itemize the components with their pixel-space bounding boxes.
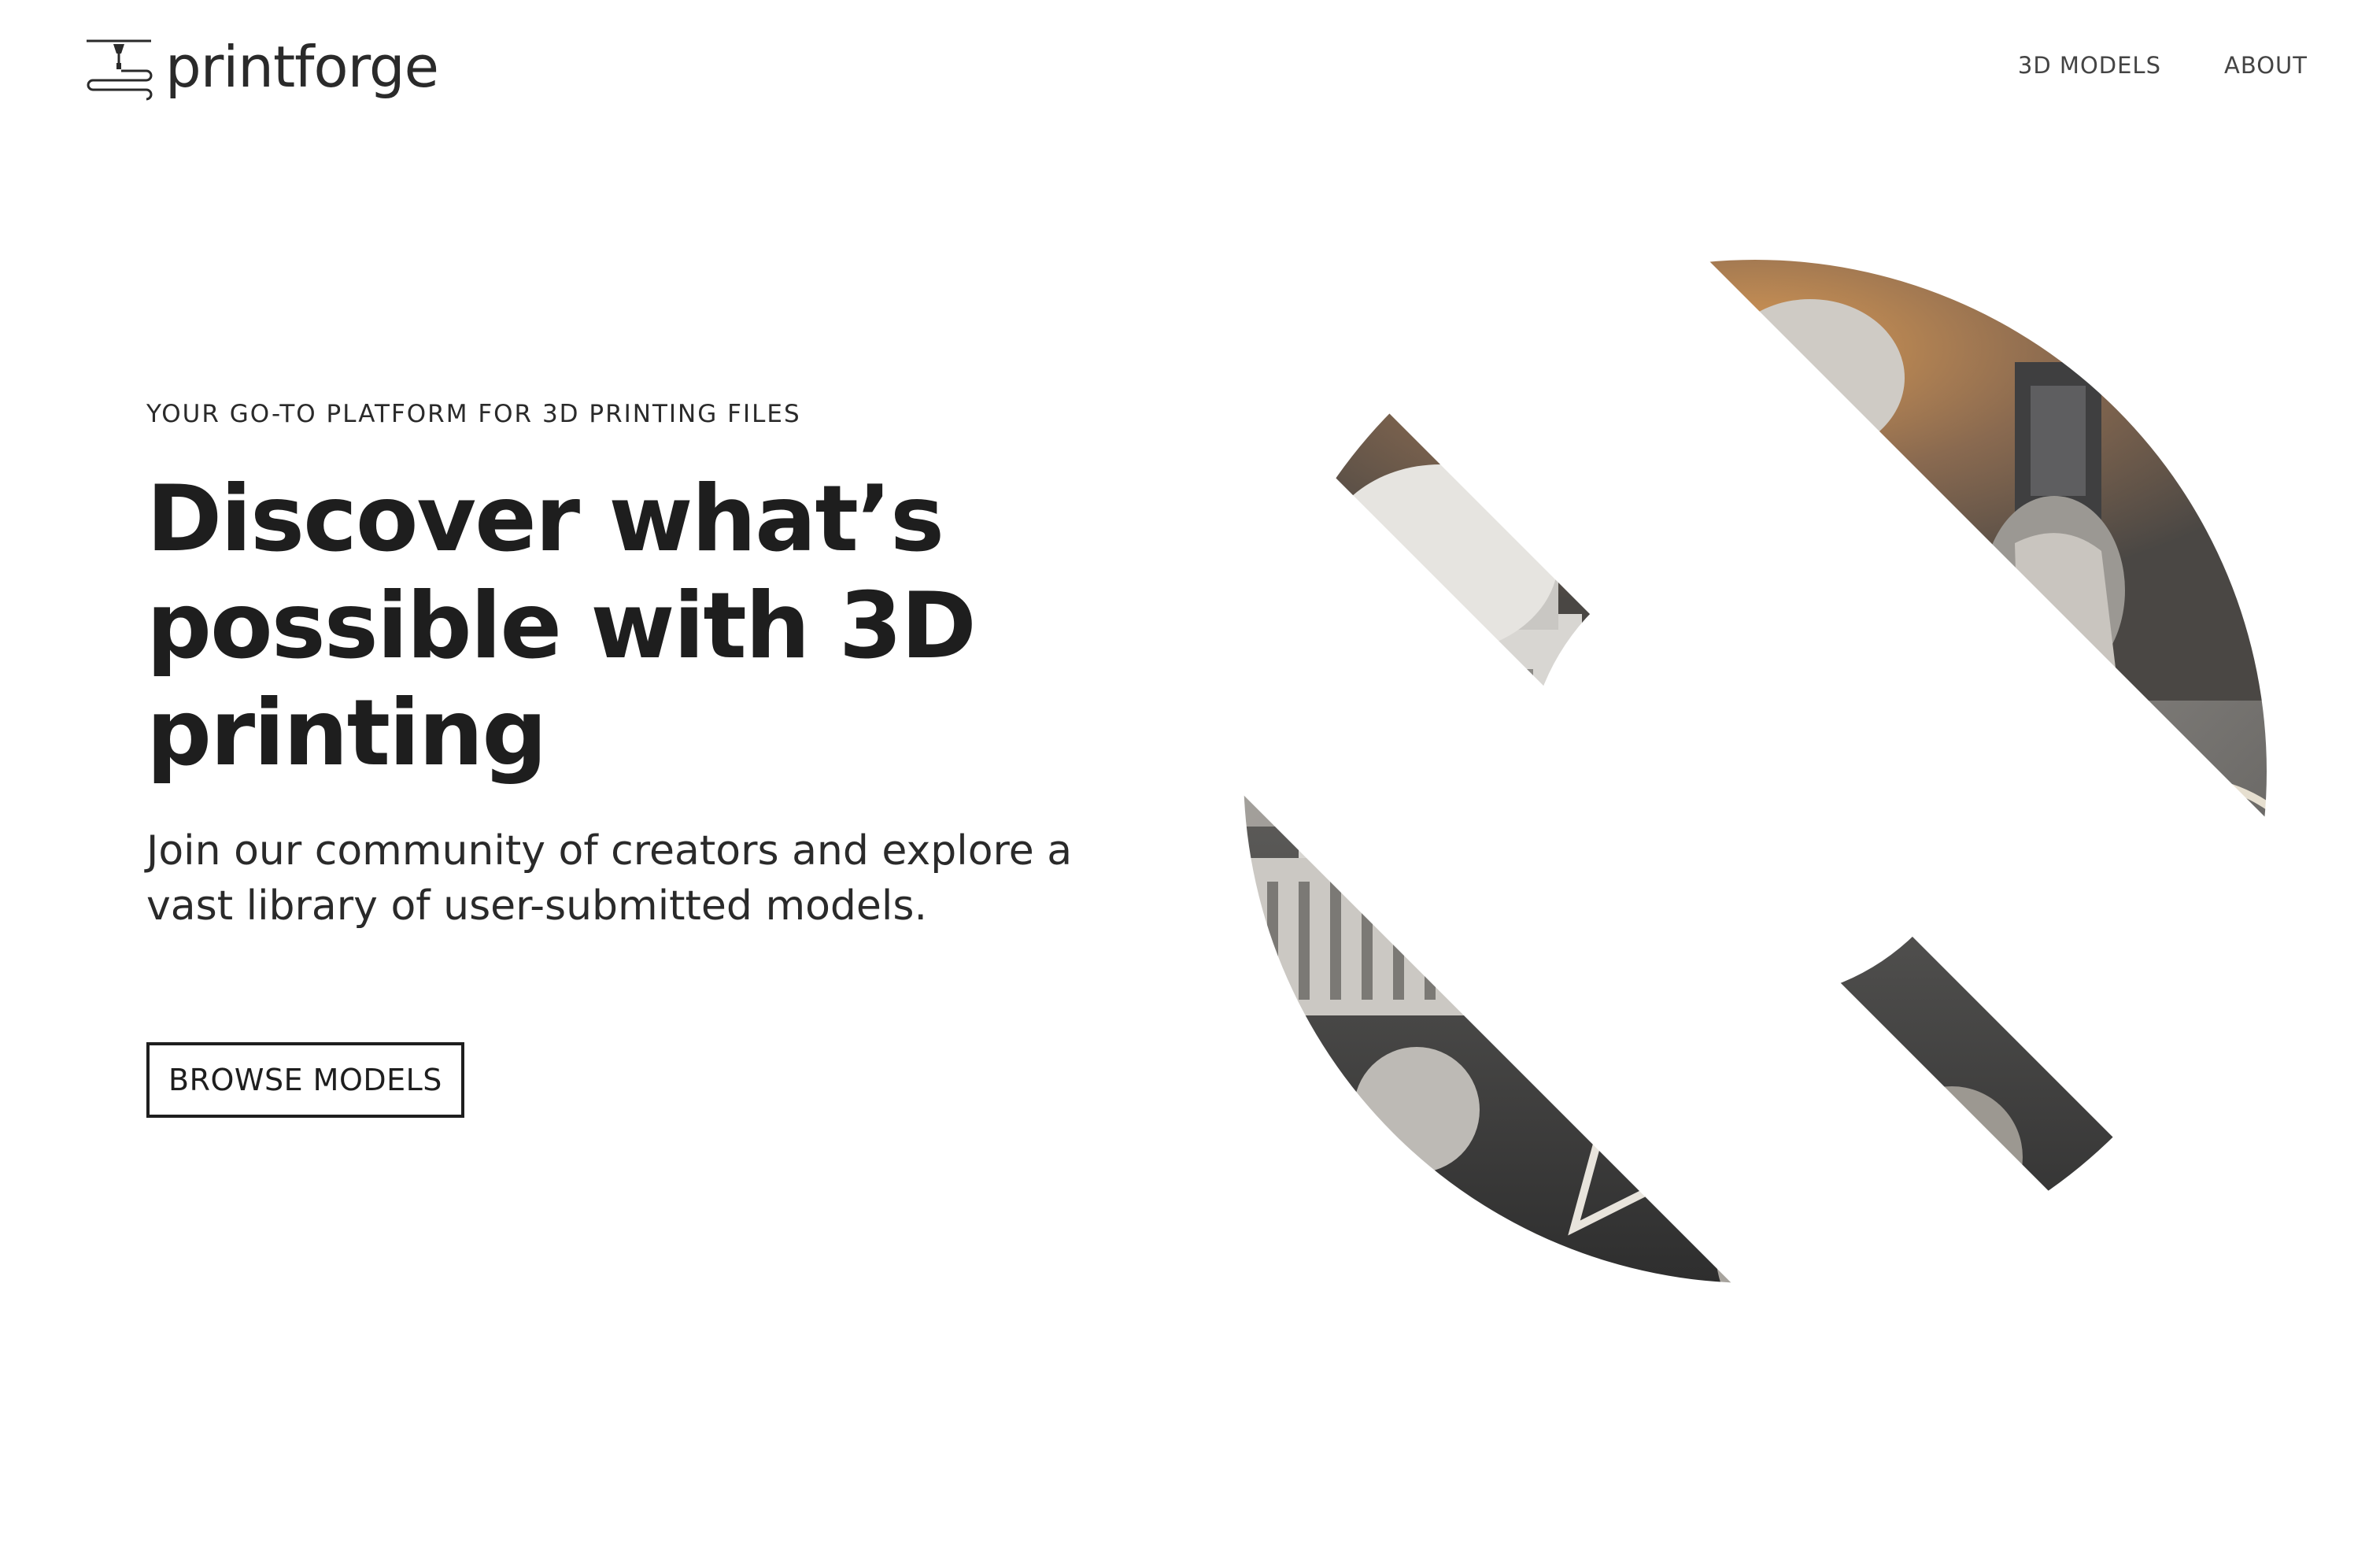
3d-printer-nozzle-icon (87, 39, 153, 101)
landing-page: printforge 3D MODELS ABOUT YOUR GO-TO PL… (0, 0, 2380, 1546)
brand-name: printforge (165, 34, 439, 100)
hero-image (1244, 260, 2267, 1283)
browse-models-button[interactable]: BROWSE MODELS (146, 1042, 464, 1118)
nav-item-3d-models[interactable]: 3D MODELS (2018, 52, 2161, 79)
site-header: printforge 3D MODELS ABOUT (0, 0, 2380, 134)
nav-item-about[interactable]: ABOUT (2224, 52, 2308, 79)
3d-printed-models-collage-image (1244, 260, 2267, 1283)
hero-eyebrow: YOUR GO-TO PLATFORM FOR 3D PRINTING FILE… (146, 400, 801, 428)
brand-logo[interactable]: printforge (85, 34, 439, 105)
hero-subtext: Join our community of creators and explo… (146, 827, 1073, 930)
hero-headline: Discover what’s possible with 3D printin… (146, 466, 977, 786)
main-nav: 3D MODELS ABOUT (2018, 52, 2308, 79)
hero-text: YOUR GO-TO PLATFORM FOR 3D PRINTING FILE… (146, 400, 1170, 934)
